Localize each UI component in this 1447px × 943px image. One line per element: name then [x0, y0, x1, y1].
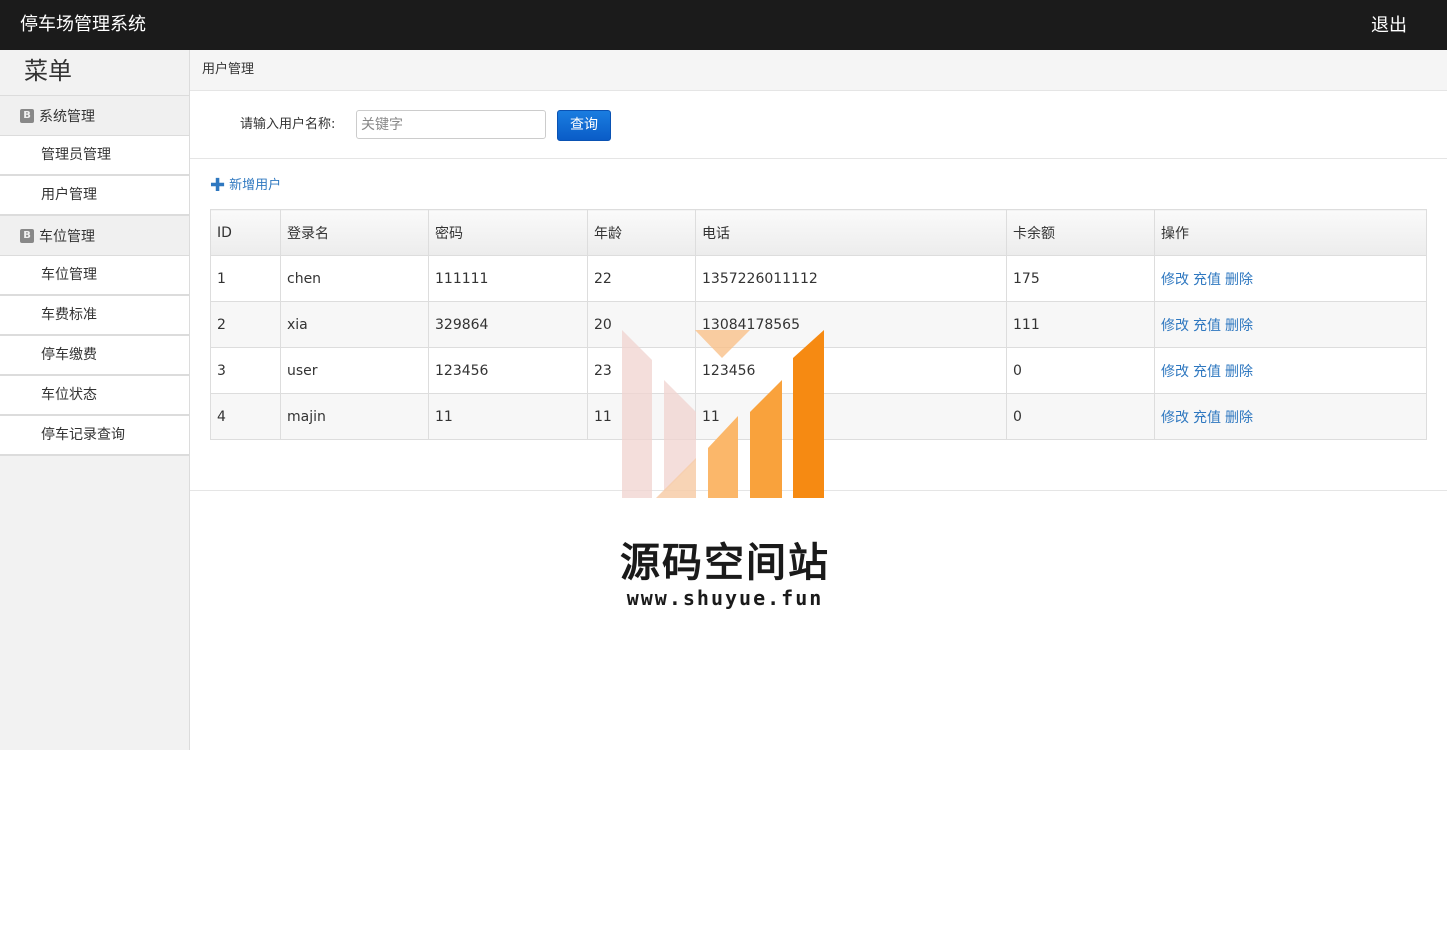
cell-phone: 123456 — [695, 347, 1007, 394]
recharge-link[interactable]: 充值 — [1193, 410, 1221, 426]
user-table: ID 登录名 密码 年龄 电话 卡余额 操作 1 chen 111111 22 … — [210, 209, 1427, 440]
logout-button[interactable]: 退出 — [1371, 14, 1407, 38]
sidebar-item-space-status[interactable]: 车位状态 — [0, 376, 189, 416]
cell-id: 2 — [210, 301, 281, 348]
group-icon: B — [20, 228, 34, 243]
sidebar-item-parking-records[interactable]: 停车记录查询 — [0, 416, 189, 456]
add-user-label: 新增用户 — [229, 178, 282, 193]
edit-link[interactable]: 修改 — [1161, 272, 1189, 288]
column-header-id: ID — [210, 209, 281, 256]
cell-id: 4 — [210, 393, 281, 440]
menu-group-system[interactable]: B 系统管理 — [0, 96, 189, 136]
sidebar-item-parking-payment[interactable]: 停车缴费 — [0, 336, 189, 376]
cell-password: 11 — [428, 393, 588, 440]
sidebar-item-user-management[interactable]: 用户管理 — [0, 176, 189, 216]
column-header-phone: 电话 — [695, 209, 1007, 256]
group-icon: B — [20, 108, 34, 123]
search-bar: 请输入用户名称: 查询 — [190, 91, 1447, 159]
cell-age: 20 — [587, 301, 696, 348]
cell-actions: 修改 充值 删除 — [1154, 393, 1427, 440]
cell-id: 3 — [210, 347, 281, 394]
search-button[interactable]: 查询 — [557, 110, 611, 141]
menu-group-label: 车位管理 — [39, 228, 95, 245]
cell-phone: 11 — [695, 393, 1007, 440]
menu-title: 菜单 — [0, 50, 189, 96]
delete-link[interactable]: 删除 — [1225, 318, 1253, 334]
cell-balance: 111 — [1006, 301, 1155, 348]
cell-age: 11 — [587, 393, 696, 440]
cell-id: 1 — [210, 255, 281, 302]
cell-age: 22 — [587, 255, 696, 302]
table-row: 3 user 123456 23 123456 0 修改 充值 删除 — [210, 347, 1427, 394]
add-user-button[interactable]: ✚ 新增用户 — [210, 177, 281, 195]
column-header-password: 密码 — [428, 209, 588, 256]
menu-group-label: 系统管理 — [39, 108, 95, 125]
cell-actions: 修改 充值 删除 — [1154, 255, 1427, 302]
table-row: 1 chen 111111 22 1357226011112 175 修改 充值删… — [210, 255, 1427, 302]
search-label: 请输入用户名称: — [240, 117, 336, 132]
cell-phone: 1357226011112 — [695, 255, 1007, 302]
edit-link[interactable]: 修改 — [1161, 318, 1189, 334]
table-row: 4 majin 11 11 11 0 修改 充值 删除 — [210, 393, 1427, 440]
edit-link[interactable]: 修改 — [1161, 410, 1189, 426]
sidebar: 菜单 B 系统管理 管理员管理 用户管理 B 车位管理 车位管理 车费标准 停车… — [0, 50, 190, 750]
sidebar-item-fee-standard[interactable]: 车费标准 — [0, 296, 189, 336]
cell-password: 111111 — [428, 255, 588, 302]
cell-password: 123456 — [428, 347, 588, 394]
edit-link[interactable]: 修改 — [1161, 364, 1189, 380]
recharge-link[interactable]: 充值 — [1193, 272, 1221, 288]
plus-icon: ✚ — [210, 175, 226, 196]
column-header-login: 登录名 — [280, 209, 429, 256]
sidebar-item-space-management[interactable]: 车位管理 — [0, 256, 189, 296]
table-header-row: ID 登录名 密码 年龄 电话 卡余额 操作 — [210, 209, 1427, 256]
cell-login: user — [280, 347, 429, 394]
delete-link[interactable]: 删除 — [1225, 410, 1253, 426]
breadcrumb: 用户管理 — [190, 50, 1447, 91]
user-list-panel: ✚ 新增用户 ID 登录名 密码 年龄 电话 卡余额 操作 1 chen 111… — [190, 159, 1447, 491]
cell-password: 329864 — [428, 301, 588, 348]
cell-balance: 0 — [1006, 393, 1155, 440]
cell-balance: 0 — [1006, 347, 1155, 394]
cell-login: majin — [280, 393, 429, 440]
search-input[interactable] — [356, 110, 546, 139]
delete-link[interactable]: 删除 — [1225, 364, 1253, 380]
cell-balance: 175 — [1006, 255, 1155, 302]
recharge-link[interactable]: 充值 — [1193, 364, 1221, 380]
menu-group-parking[interactable]: B 车位管理 — [0, 216, 189, 256]
recharge-link[interactable]: 充值 — [1193, 318, 1221, 334]
cell-age: 23 — [587, 347, 696, 394]
cell-phone: 13084178565 — [695, 301, 1007, 348]
cell-login: xia — [280, 301, 429, 348]
sidebar-item-admin-management[interactable]: 管理员管理 — [0, 136, 189, 176]
cell-actions: 修改 充值 删除 — [1154, 301, 1427, 348]
delete-link[interactable]: 删除 — [1225, 272, 1253, 288]
cell-actions: 修改 充值 删除 — [1154, 347, 1427, 394]
main-content: 用户管理 请输入用户名称: 查询 ✚ 新增用户 ID 登录名 密码 年龄 电话 … — [190, 50, 1447, 750]
column-header-age: 年龄 — [587, 209, 696, 256]
column-header-balance: 卡余额 — [1006, 209, 1155, 256]
column-header-actions: 操作 — [1154, 209, 1427, 256]
cell-login: chen — [280, 255, 429, 302]
top-bar: 停车场管理系统 退出 — [0, 0, 1447, 50]
table-row: 2 xia 329864 20 13084178565 111 修改 充值 删除 — [210, 301, 1427, 348]
app-title: 停车场管理系统 — [20, 14, 146, 35]
